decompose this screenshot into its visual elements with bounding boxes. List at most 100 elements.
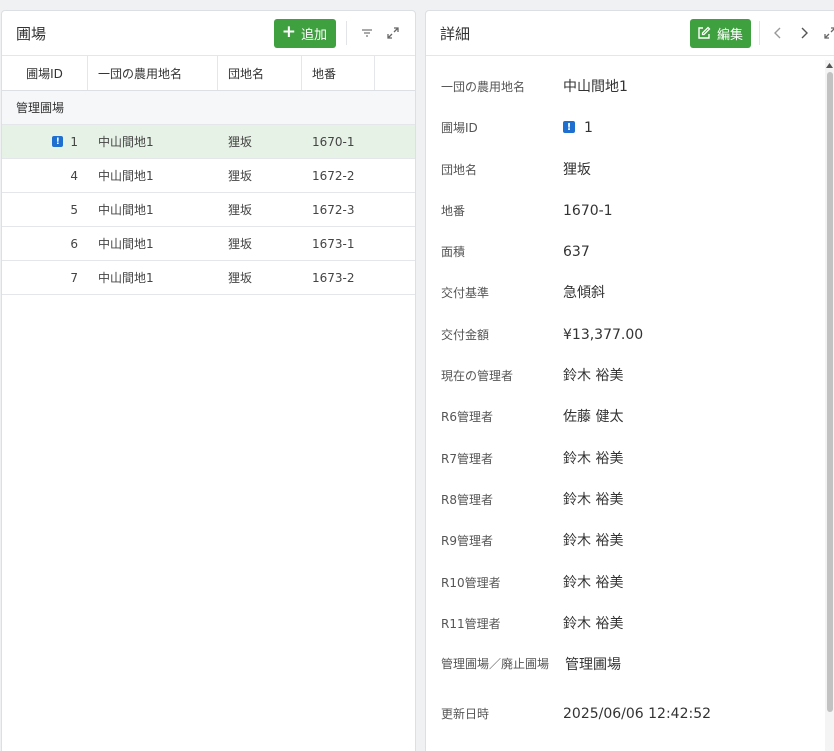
table-row[interactable]: 4 中山間地1 狸坂 1672-2 bbox=[2, 159, 415, 193]
detail-field-row: 更新日時 2025/06/06 12:42:52 bbox=[441, 706, 711, 723]
detail-label: R10管理者 bbox=[441, 576, 501, 590]
detail-field-row: 一団の農用地名 中山間地1 bbox=[441, 79, 628, 96]
detail-field-row: R11管理者 鈴木 裕美 bbox=[441, 616, 623, 633]
detail-field-row: 圃場ID ! 1 bbox=[441, 120, 593, 137]
warning-icon: ! bbox=[52, 136, 64, 147]
detail-label: R11管理者 bbox=[441, 617, 501, 631]
chevron-right-icon[interactable] bbox=[794, 23, 814, 43]
column-header-field-id[interactable]: 圃場ID bbox=[2, 56, 88, 90]
detail-field-row: 団地名 狸坂 bbox=[441, 162, 591, 179]
detail-value: 637 bbox=[563, 244, 590, 260]
detail-label: 団地名 bbox=[441, 163, 478, 177]
cell-lot-number: 1673-2 bbox=[312, 270, 355, 285]
detail-label: 交付基準 bbox=[441, 286, 490, 300]
detail-field-row: 交付基準 急傾斜 bbox=[441, 285, 605, 302]
cell-lot-number: 1672-2 bbox=[312, 168, 355, 183]
cell-danchi-name: 狸坂 bbox=[228, 271, 253, 285]
detail-label: 現在の管理者 bbox=[441, 369, 514, 383]
detail-field-row: R7管理者 鈴木 裕美 bbox=[441, 451, 623, 468]
cell-farmland-name: 中山間地1 bbox=[98, 237, 154, 251]
detail-value: 鈴木 裕美 bbox=[563, 368, 624, 384]
cell-farmland-name: 中山間地1 bbox=[98, 169, 154, 183]
table-row[interactable]: 7 中山間地1 狸坂 1673-2 bbox=[2, 261, 415, 295]
edit-button-label: 編集 bbox=[716, 27, 743, 43]
field-list-panel: 圃場 + 追加 圃場ID 一団の農用地名 団地名 地番 管理圃場 ! 1 中山間… bbox=[1, 10, 416, 751]
detail-header: 詳細 編集 bbox=[426, 11, 834, 56]
cell-farmland-name: 中山間地1 bbox=[98, 203, 154, 217]
edit-icon bbox=[698, 26, 711, 39]
detail-label: 圃場ID bbox=[441, 121, 478, 135]
edit-button[interactable]: 編集 bbox=[689, 18, 751, 48]
cell-farmland-name: 中山間地1 bbox=[98, 271, 154, 285]
cell-field-id: 4 bbox=[70, 168, 78, 183]
detail-label: R6管理者 bbox=[441, 410, 493, 424]
cell-field-id: ! 1 bbox=[2, 125, 88, 158]
cell-field-id-value: 1 bbox=[70, 134, 78, 149]
table-row[interactable]: 6 中山間地1 狸坂 1673-1 bbox=[2, 227, 415, 261]
detail-panel: 詳細 編集 一団の農用地名 中山間地1 圃場ID ! 1 団地名 狸坂 地番 1… bbox=[425, 10, 834, 751]
add-button[interactable]: + 追加 bbox=[273, 18, 336, 48]
detail-label: 交付金額 bbox=[441, 328, 490, 342]
cell-lot-number: 1670-1 bbox=[312, 134, 355, 149]
cell-field-id: 5 bbox=[70, 202, 78, 217]
scroll-thumb[interactable] bbox=[827, 72, 833, 712]
detail-label: 地番 bbox=[441, 204, 466, 218]
detail-field-row: 現在の管理者 鈴木 裕美 bbox=[441, 368, 623, 385]
table-row[interactable]: ! 1 中山間地1 狸坂 1670-1 bbox=[2, 125, 415, 159]
detail-label: R8管理者 bbox=[441, 493, 493, 507]
cell-danchi-name: 狸坂 bbox=[228, 203, 253, 217]
detail-label: 一団の農用地名 bbox=[441, 80, 526, 94]
header-divider bbox=[759, 21, 760, 45]
cell-lot-number: 1672-3 bbox=[312, 202, 355, 217]
detail-label: 管理圃場／廃止圃場 bbox=[441, 657, 550, 671]
column-header-lot-number[interactable]: 地番 bbox=[302, 56, 375, 90]
detail-label: R9管理者 bbox=[441, 534, 493, 548]
cell-danchi-name: 狸坂 bbox=[228, 135, 253, 149]
table-header: 圃場ID 一団の農用地名 団地名 地番 bbox=[2, 56, 415, 91]
column-header-danchi-name[interactable]: 団地名 bbox=[218, 56, 302, 90]
detail-value: ¥13,377.00 bbox=[563, 327, 644, 343]
detail-body: 一団の農用地名 中山間地1 圃場ID ! 1 団地名 狸坂 地番 1670-1 面… bbox=[426, 56, 834, 751]
cell-lot-number: 1673-1 bbox=[312, 236, 355, 251]
detail-title: 詳細 bbox=[440, 24, 471, 43]
detail-field-row: R6管理者 佐藤 健太 bbox=[441, 409, 623, 426]
detail-field-row: 面積 637 bbox=[441, 244, 590, 261]
plus-icon: + bbox=[281, 21, 296, 42]
detail-value: 2025/06/06 12:42:52 bbox=[563, 706, 712, 722]
add-button-label: 追加 bbox=[300, 27, 327, 43]
detail-field-row: R9管理者 鈴木 裕美 bbox=[441, 533, 623, 550]
detail-value-text: 1 bbox=[584, 120, 593, 136]
cell-farmland-name: 中山間地1 bbox=[98, 135, 154, 149]
field-list-title: 圃場 bbox=[16, 24, 47, 43]
detail-value: 1670-1 bbox=[563, 203, 613, 219]
detail-label: 面積 bbox=[441, 245, 466, 259]
expand-icon[interactable] bbox=[820, 23, 834, 43]
detail-value: ! 1 bbox=[563, 120, 593, 137]
cell-field-id: 6 bbox=[70, 236, 78, 251]
table-row[interactable]: 5 中山間地1 狸坂 1672-3 bbox=[2, 193, 415, 227]
detail-field-row: R10管理者 鈴木 裕美 bbox=[441, 575, 623, 592]
detail-value: 鈴木 裕美 bbox=[563, 492, 624, 508]
expand-icon[interactable] bbox=[383, 23, 403, 43]
cell-danchi-name: 狸坂 bbox=[228, 237, 253, 251]
detail-label: 更新日時 bbox=[441, 707, 490, 721]
detail-field-row: 管理圃場／廃止圃場 管理圃場 bbox=[441, 657, 621, 674]
column-header-farmland-name[interactable]: 一団の農用地名 bbox=[88, 56, 218, 90]
detail-label: R7管理者 bbox=[441, 452, 493, 466]
detail-field-row: 交付金額 ¥13,377.00 bbox=[441, 327, 643, 344]
detail-value: 狸坂 bbox=[563, 162, 591, 178]
detail-field-row: R8管理者 鈴木 裕美 bbox=[441, 492, 623, 509]
detail-value: 管理圃場 bbox=[565, 657, 621, 673]
detail-value: 鈴木 裕美 bbox=[563, 616, 624, 632]
detail-value: 中山間地1 bbox=[563, 79, 628, 95]
detail-value: 鈴木 裕美 bbox=[563, 451, 624, 467]
group-row[interactable]: 管理圃場 bbox=[2, 91, 415, 125]
detail-value: 鈴木 裕美 bbox=[563, 533, 624, 549]
cell-field-id: 7 bbox=[70, 270, 78, 285]
chevron-left-icon[interactable] bbox=[768, 23, 788, 43]
warning-icon: ! bbox=[563, 121, 575, 133]
detail-value: 鈴木 裕美 bbox=[563, 575, 624, 591]
detail-scrollbar[interactable] bbox=[825, 60, 834, 751]
scroll-up-arrow[interactable] bbox=[825, 60, 834, 70]
filter-icon[interactable] bbox=[357, 23, 377, 43]
